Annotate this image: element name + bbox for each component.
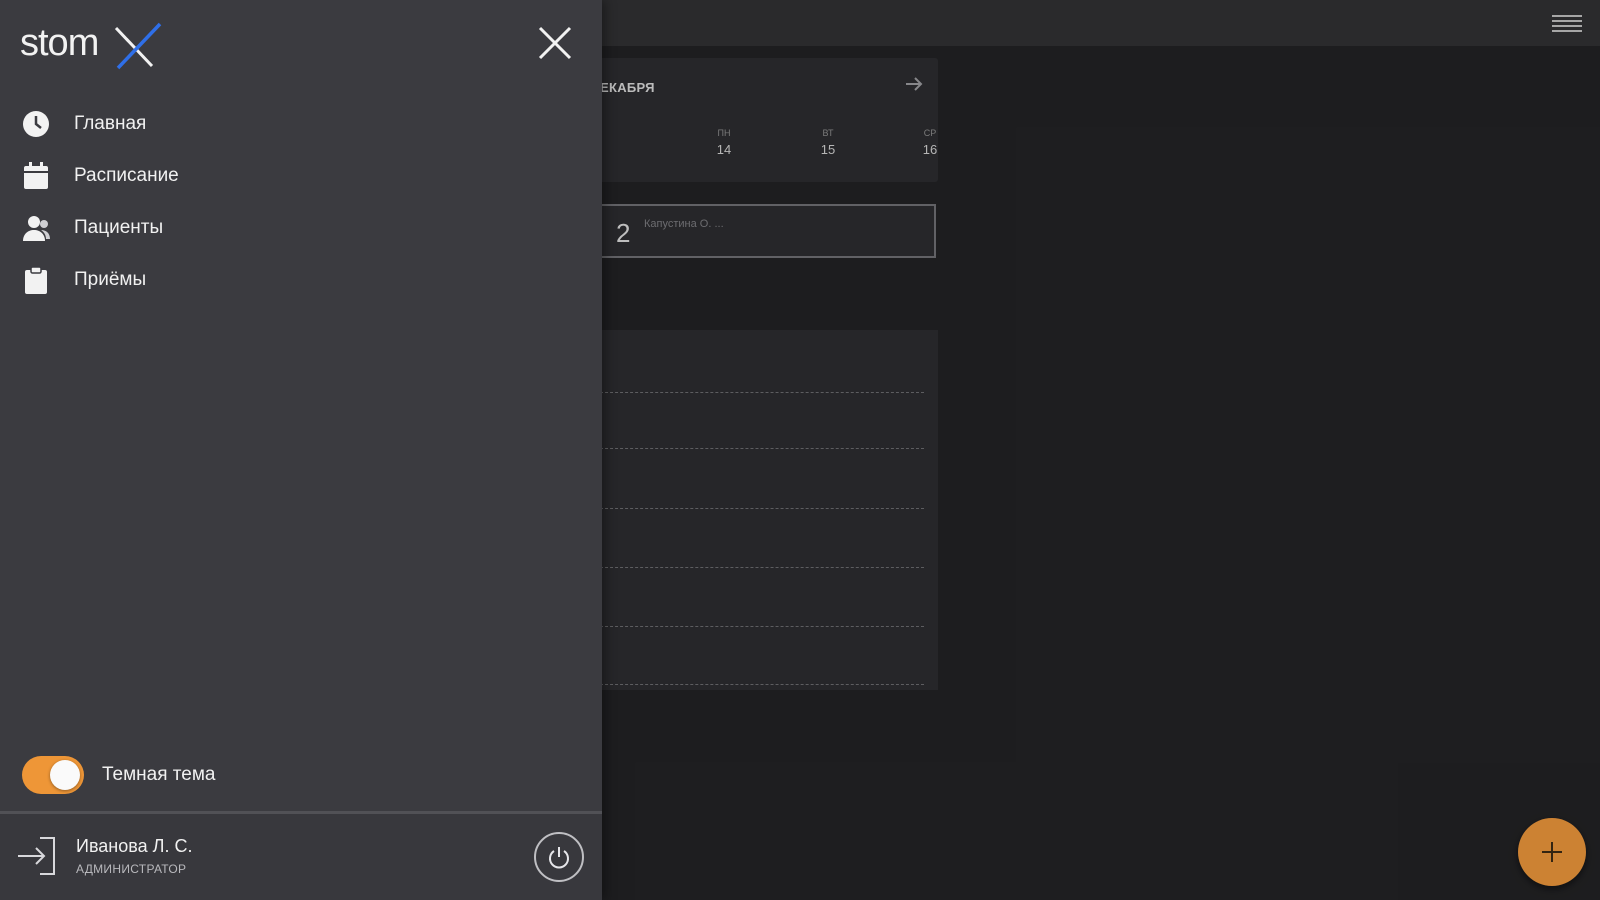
clipboard-icon	[20, 264, 52, 296]
calendar-icon	[20, 160, 52, 192]
dark-theme-toggle[interactable]	[22, 756, 84, 794]
nav-item-home[interactable]: Главная	[20, 98, 420, 150]
navigation-drawer: stom Главная Расписание Пациенты Приёмы …	[0, 0, 602, 900]
close-icon[interactable]	[536, 24, 574, 62]
power-icon	[549, 847, 569, 869]
logo-text: stom	[20, 22, 99, 64]
drawer-nav: Главная Расписание Пациенты Приёмы	[20, 98, 420, 306]
power-button[interactable]	[534, 832, 584, 882]
nav-item-label: Главная	[74, 113, 147, 134]
logo-x-mark	[114, 22, 162, 70]
user-panel: Иванова Л. С. АДМИНИСТРАТОР	[0, 814, 602, 900]
user-role: АДМИНИСТРАТОР	[76, 862, 187, 876]
user-name: Иванова Л. С.	[76, 836, 193, 856]
nav-item-label: Расписание	[74, 165, 179, 186]
nav-item-label: Приёмы	[74, 269, 147, 290]
nav-item-appointments[interactable]: Приёмы	[20, 254, 420, 306]
clock-icon	[20, 108, 52, 140]
dark-theme-label: Темная тема	[102, 764, 216, 785]
users-icon	[20, 212, 52, 244]
app-logo: stom	[20, 20, 170, 70]
nav-item-patients[interactable]: Пациенты	[20, 202, 420, 254]
nav-item-schedule[interactable]: Расписание	[20, 150, 420, 202]
toggle-knob	[50, 760, 80, 790]
dark-theme-row: Темная тема	[22, 756, 215, 794]
nav-item-label: Пациенты	[74, 217, 164, 238]
login-icon[interactable]	[16, 832, 60, 880]
